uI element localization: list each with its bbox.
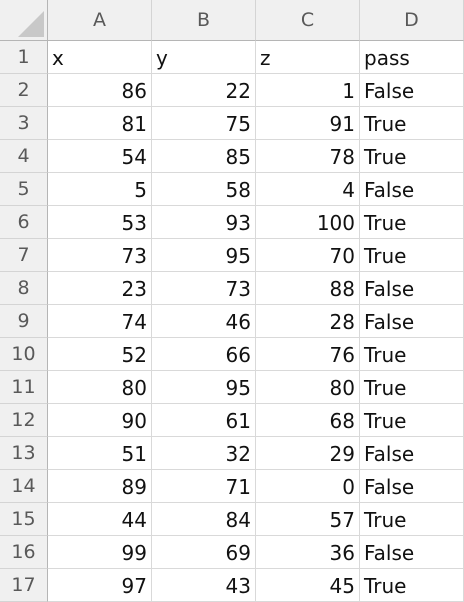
column-header-d[interactable]: D: [360, 0, 464, 41]
cell-c11[interactable]: 80: [256, 371, 360, 404]
cell-c7[interactable]: 70: [256, 239, 360, 272]
cell-a16[interactable]: 99: [48, 536, 152, 569]
row-header-15[interactable]: 15: [0, 503, 48, 536]
cell-d2[interactable]: False: [360, 74, 464, 107]
cell-b2[interactable]: 22: [152, 74, 256, 107]
row-header-2[interactable]: 2: [0, 74, 48, 107]
cell-c3[interactable]: 91: [256, 107, 360, 140]
cell-d13[interactable]: False: [360, 437, 464, 470]
cell-c12[interactable]: 68: [256, 404, 360, 437]
cell-b3[interactable]: 75: [152, 107, 256, 140]
select-all-corner[interactable]: [0, 0, 48, 41]
row-header-4[interactable]: 4: [0, 140, 48, 173]
cell-c16[interactable]: 36: [256, 536, 360, 569]
row-header-11[interactable]: 11: [0, 371, 48, 404]
cell-a3[interactable]: 81: [48, 107, 152, 140]
row-header-9[interactable]: 9: [0, 305, 48, 338]
cell-d4[interactable]: True: [360, 140, 464, 173]
cell-a4[interactable]: 54: [48, 140, 152, 173]
cell-d5[interactable]: False: [360, 173, 464, 206]
cell-d16[interactable]: False: [360, 536, 464, 569]
cell-b7[interactable]: 95: [152, 239, 256, 272]
row-header-12[interactable]: 12: [0, 404, 48, 437]
cell-b10[interactable]: 66: [152, 338, 256, 371]
cell-b9[interactable]: 46: [152, 305, 256, 338]
cell-a2[interactable]: 86: [48, 74, 152, 107]
spreadsheet-grid[interactable]: A B C D 1 x y z pass 2 86 22 1 False 3 81 75 91 True 4 54 85 7…: [0, 0, 464, 602]
select-all-triangle-icon: [18, 11, 44, 37]
cell-c8[interactable]: 88: [256, 272, 360, 305]
cell-b14[interactable]: 71: [152, 470, 256, 503]
cell-a13[interactable]: 51: [48, 437, 152, 470]
cell-a10[interactable]: 52: [48, 338, 152, 371]
column-header-b[interactable]: B: [152, 0, 256, 41]
cell-d10[interactable]: True: [360, 338, 464, 371]
cell-a9[interactable]: 74: [48, 305, 152, 338]
cell-d8[interactable]: False: [360, 272, 464, 305]
cell-c17[interactable]: 45: [256, 569, 360, 602]
cell-d6[interactable]: True: [360, 206, 464, 239]
cell-d14[interactable]: False: [360, 470, 464, 503]
cell-b11[interactable]: 95: [152, 371, 256, 404]
cell-c14[interactable]: 0: [256, 470, 360, 503]
row-header-17[interactable]: 17: [0, 569, 48, 602]
cell-b4[interactable]: 85: [152, 140, 256, 173]
cell-d9[interactable]: False: [360, 305, 464, 338]
cell-b5[interactable]: 58: [152, 173, 256, 206]
cell-c2[interactable]: 1: [256, 74, 360, 107]
row-header-5[interactable]: 5: [0, 173, 48, 206]
cell-d12[interactable]: True: [360, 404, 464, 437]
cell-c13[interactable]: 29: [256, 437, 360, 470]
cell-c10[interactable]: 76: [256, 338, 360, 371]
row-header-3[interactable]: 3: [0, 107, 48, 140]
cell-c5[interactable]: 4: [256, 173, 360, 206]
cell-d7[interactable]: True: [360, 239, 464, 272]
row-header-7[interactable]: 7: [0, 239, 48, 272]
cell-d1[interactable]: pass: [360, 41, 464, 74]
row-header-13[interactable]: 13: [0, 437, 48, 470]
cell-b15[interactable]: 84: [152, 503, 256, 536]
cell-a12[interactable]: 90: [48, 404, 152, 437]
cell-a1[interactable]: x: [48, 41, 152, 74]
column-header-a[interactable]: A: [48, 0, 152, 41]
cell-c6[interactable]: 100: [256, 206, 360, 239]
cell-b8[interactable]: 73: [152, 272, 256, 305]
row-header-16[interactable]: 16: [0, 536, 48, 569]
cell-b16[interactable]: 69: [152, 536, 256, 569]
cell-a8[interactable]: 23: [48, 272, 152, 305]
row-header-1[interactable]: 1: [0, 41, 48, 74]
cell-a14[interactable]: 89: [48, 470, 152, 503]
cell-c1[interactable]: z: [256, 41, 360, 74]
cell-a17[interactable]: 97: [48, 569, 152, 602]
cell-a5[interactable]: 5: [48, 173, 152, 206]
cell-b1[interactable]: y: [152, 41, 256, 74]
cell-c15[interactable]: 57: [256, 503, 360, 536]
cell-d11[interactable]: True: [360, 371, 464, 404]
row-header-6[interactable]: 6: [0, 206, 48, 239]
cell-b13[interactable]: 32: [152, 437, 256, 470]
cell-b6[interactable]: 93: [152, 206, 256, 239]
row-header-14[interactable]: 14: [0, 470, 48, 503]
row-header-10[interactable]: 10: [0, 338, 48, 371]
cell-a6[interactable]: 53: [48, 206, 152, 239]
cell-d17[interactable]: True: [360, 569, 464, 602]
cell-a7[interactable]: 73: [48, 239, 152, 272]
cell-a15[interactable]: 44: [48, 503, 152, 536]
cell-d15[interactable]: True: [360, 503, 464, 536]
cell-b17[interactable]: 43: [152, 569, 256, 602]
cell-b12[interactable]: 61: [152, 404, 256, 437]
cell-a11[interactable]: 80: [48, 371, 152, 404]
cell-c4[interactable]: 78: [256, 140, 360, 173]
row-header-8[interactable]: 8: [0, 272, 48, 305]
cell-c9[interactable]: 28: [256, 305, 360, 338]
column-header-c[interactable]: C: [256, 0, 360, 41]
cell-d3[interactable]: True: [360, 107, 464, 140]
